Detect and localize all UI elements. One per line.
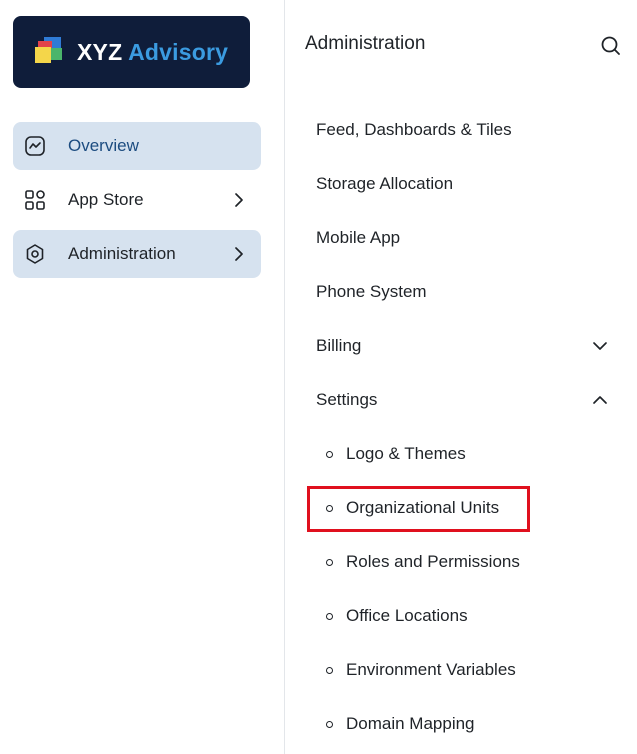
sub-item-label: Environment Variables bbox=[346, 660, 516, 679]
logo-word-1: XYZ bbox=[77, 38, 123, 65]
sidebar-item-label: App Store bbox=[68, 190, 144, 209]
bullet-icon bbox=[326, 720, 333, 728]
sidebar-item-label: Administration bbox=[68, 244, 176, 263]
sub-item-environment-variables[interactable]: Environment Variables bbox=[326, 658, 516, 682]
brand-logo[interactable]: XYZ Advisory bbox=[13, 16, 250, 88]
panel-title: Administration bbox=[305, 33, 426, 54]
highlight-box bbox=[307, 486, 530, 532]
chevron-right-icon bbox=[235, 247, 243, 261]
chart-icon bbox=[23, 134, 47, 158]
sidebar-item-app-store[interactable]: App Store bbox=[13, 176, 261, 224]
logo-text: XYZ Advisory bbox=[77, 39, 228, 66]
menu-item-storage-allocation[interactable]: Storage Allocation bbox=[316, 172, 453, 196]
bullet-icon bbox=[326, 666, 333, 674]
chevron-up-icon[interactable] bbox=[590, 390, 610, 410]
menu-item-feed-dashboards-tiles[interactable]: Feed, Dashboards & Tiles bbox=[316, 118, 512, 142]
bullet-icon bbox=[326, 612, 333, 620]
chevron-down-icon[interactable] bbox=[590, 336, 610, 356]
sidebar-item-overview[interactable]: Overview bbox=[13, 122, 261, 170]
logo-mark-icon bbox=[35, 37, 67, 67]
chevron-right-icon bbox=[235, 193, 243, 207]
sub-item-label: Domain Mapping bbox=[346, 714, 475, 733]
sub-item-domain-mapping[interactable]: Domain Mapping bbox=[326, 712, 475, 736]
gear-icon bbox=[23, 242, 47, 266]
bullet-icon bbox=[326, 558, 333, 566]
menu-item-billing[interactable]: Billing bbox=[316, 334, 361, 358]
sidebar: XYZ Advisory Overview App Store Administ… bbox=[0, 0, 285, 754]
apps-icon bbox=[23, 188, 47, 212]
menu-item-settings[interactable]: Settings bbox=[316, 388, 377, 412]
menu-item-mobile-app[interactable]: Mobile App bbox=[316, 226, 400, 250]
bullet-icon bbox=[326, 450, 333, 458]
sidebar-item-label: Overview bbox=[68, 136, 139, 155]
sub-item-roles-permissions[interactable]: Roles and Permissions bbox=[326, 550, 520, 574]
sub-item-label: Logo & Themes bbox=[346, 444, 466, 463]
sub-item-label: Office Locations bbox=[346, 606, 468, 625]
menu-item-phone-system[interactable]: Phone System bbox=[316, 280, 427, 304]
search-icon[interactable] bbox=[599, 34, 623, 58]
sub-item-label: Roles and Permissions bbox=[346, 552, 520, 571]
sub-item-office-locations[interactable]: Office Locations bbox=[326, 604, 468, 628]
sub-item-logo-themes[interactable]: Logo & Themes bbox=[326, 442, 466, 466]
logo-word-2: Advisory bbox=[128, 38, 229, 65]
sidebar-item-administration[interactable]: Administration bbox=[13, 230, 261, 278]
administration-panel: Administration Feed, Dashboards & Tiles … bbox=[286, 0, 637, 754]
